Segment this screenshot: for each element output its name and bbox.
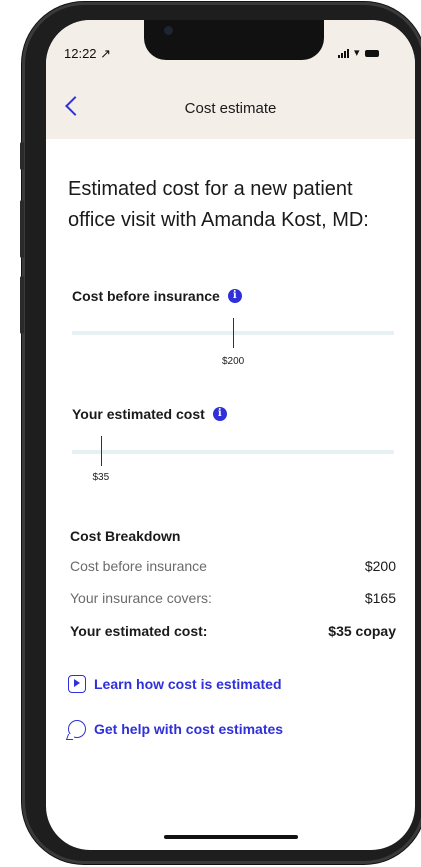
breakdown-row-value: $35 copay [328,623,396,639]
info-icon[interactable]: i [227,289,242,303]
breakdown-title: Cost Breakdown [70,528,181,544]
wifi-icon: ▾ [354,47,360,59]
estimated-cost-track [72,450,394,454]
breakdown-row-label: Your estimated cost: [70,623,208,639]
camera-icon [164,26,173,35]
status-time: 12:22 ↗ [64,46,112,61]
cost-before-label: Cost before insurance [72,288,220,304]
breakdown-row-value: $200 [364,558,396,574]
breakdown-row-label: Cost before insurance [70,558,207,574]
cost-before-value: $200 [222,356,245,367]
chat-bubble-icon [68,720,86,738]
breakdown-total-row: Your estimated cost: $35 copay [70,623,396,639]
breakdown-row: Your insurance covers: $165 [70,590,396,606]
notch [144,20,324,60]
breakdown-row-value: $165 [364,590,396,606]
estimate-heading: Estimated cost for a new patient office … [68,178,369,231]
cost-before-label-row: Cost before insurance i [72,288,242,304]
learn-cost-link[interactable]: Learn how cost is estimated [68,675,282,693]
breakdown-row-label: Your insurance covers: [70,590,212,606]
status-icons: ▾ [338,46,379,59]
app-screen: 12:22 ↗ ▾ Cost estimate Estimated cost f… [46,20,415,850]
help-cost-link[interactable]: Get help with cost estimates [68,720,283,738]
learn-cost-link-label: Learn how cost is estimated [94,676,282,692]
video-play-icon [68,675,86,693]
battery-icon [364,50,379,57]
estimated-cost-value: $35 [92,472,110,483]
signal-icon [338,48,349,58]
page-title: Cost estimate [184,100,277,117]
info-icon[interactable]: i [212,407,227,421]
breakdown-row: Cost before insurance $200 [70,558,396,574]
help-cost-link-label: Get help with cost estimates [94,721,284,737]
volume-down-button [20,276,24,334]
estimated-cost-label: Your estimated cost [72,406,205,422]
estimated-label-row: Your estimated cost i [72,406,227,422]
mute-switch [20,142,24,170]
volume-up-button [20,200,24,258]
cost-before-marker [233,318,234,348]
home-indicator [164,835,298,839]
estimated-cost-marker [100,436,102,466]
